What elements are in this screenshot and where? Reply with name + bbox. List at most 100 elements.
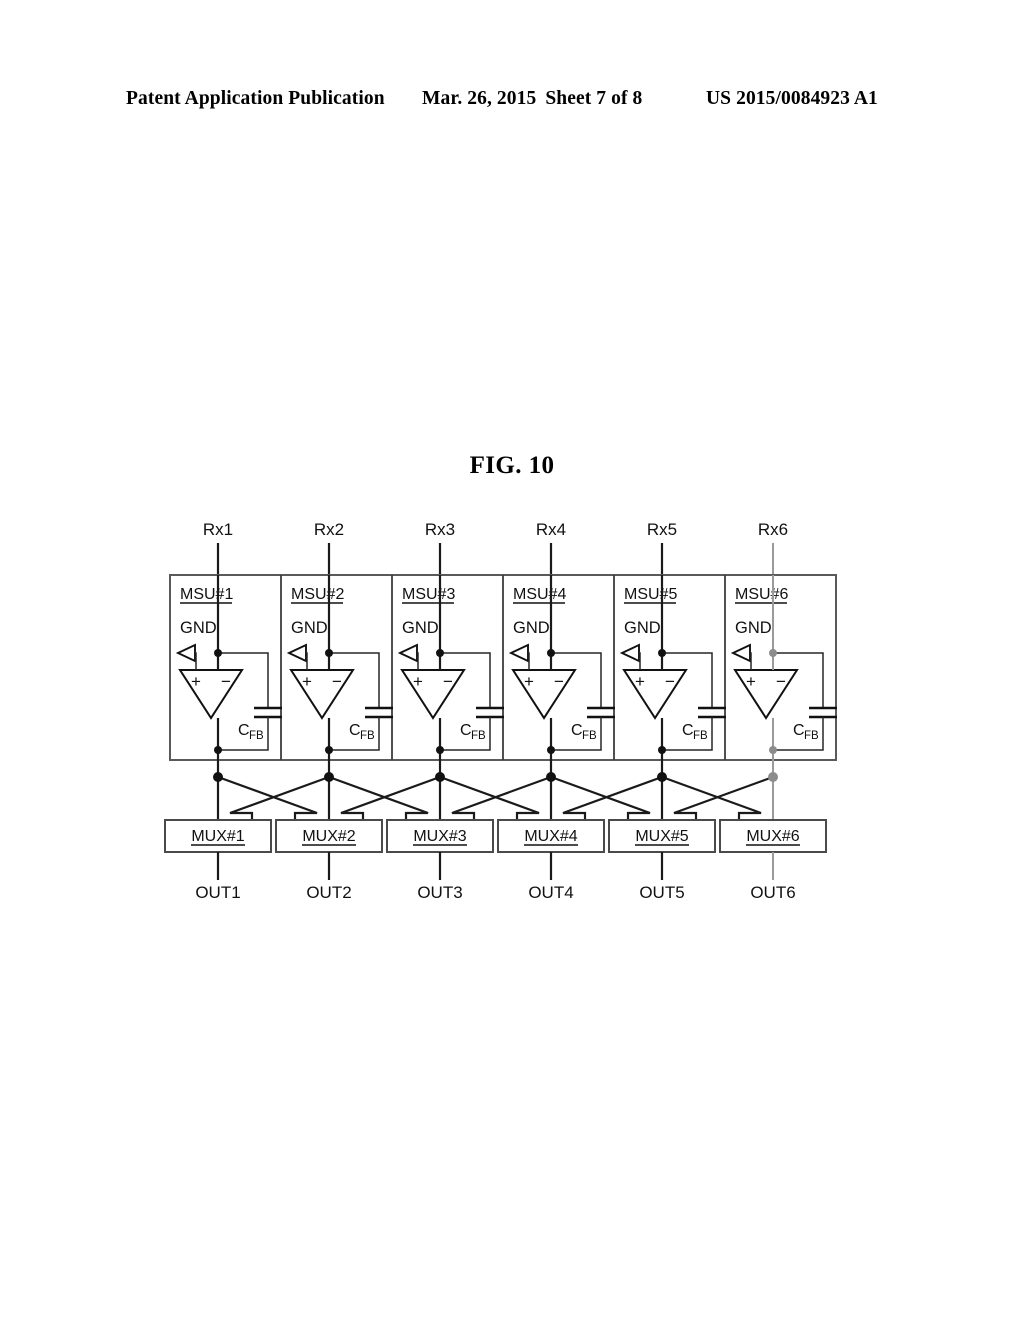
opamp-triangle-2: [289, 669, 355, 720]
msu-cell-group: MSU#1GND+ −C FBMSU#2GND+ −C FBMSU#3GND+ −C FBM…: [175, 575, 837, 777]
crossbar-wire-group: [213, 772, 778, 820]
capacitor-sublabel-5: FB: [693, 730, 708, 742]
capacitor-sublabel-6: FB: [804, 730, 819, 742]
output-group: OUT1 OUT2 OUT3 OUT4 OUT5 OUT6: [195, 852, 796, 902]
capacitor-label-6: C: [793, 722, 805, 739]
mux-label-4: MUX#4: [524, 828, 577, 845]
msu-output-node-dot-1: [214, 746, 222, 754]
opamp-plus-input-2: +: [302, 672, 312, 691]
capacitor-label-3: C: [460, 722, 472, 739]
patent-figure-page: Patent Application Publication Mar. 26, …: [0, 0, 1024, 1320]
mux-label-6: MUX#6: [746, 828, 799, 845]
crossbar-junction-dot-6: [768, 772, 778, 782]
input-label-rx2: Rx2: [314, 520, 344, 539]
crossbar-junction-dot-3: [435, 772, 445, 782]
gnd-arrow-icon-2: [286, 643, 307, 663]
crossbar-junction-dot-4: [546, 772, 556, 782]
capacitor-label-5: C: [682, 722, 694, 739]
circuit-svg: Rx1 Rx2 Rx3 Rx4 Rx5 Rx6 MSU#1GND+ −C FBMSU#2GND…: [164, 520, 837, 902]
gnd-arrow-icon-3: [397, 643, 418, 663]
header-date-label: Mar. 26, 2015: [422, 88, 537, 109]
opamp-triangle-5: [622, 669, 688, 720]
output-label-out6: OUT6: [750, 883, 795, 902]
msu-label-3: MSU#3: [402, 586, 455, 603]
input-label-rx5: Rx5: [647, 520, 677, 539]
mux-label-5: MUX#5: [635, 828, 688, 845]
msu-output-node-dot-5: [658, 746, 666, 754]
capacitor-sublabel-2: FB: [360, 730, 375, 742]
header-publication-label: Patent Application Publication: [126, 88, 385, 109]
msu-output-node-dot-6: [769, 746, 777, 754]
mux-block-group: MUX#1 MUX#2 MUX#3 MUX#4 MUX#5 MUX#6: [164, 819, 827, 853]
opamp-minus-input-4: −: [554, 672, 564, 691]
msu-output-node-dot-4: [547, 746, 555, 754]
output-label-out5: OUT5: [639, 883, 684, 902]
gnd-label-2: GND: [291, 619, 328, 637]
opamp-minus-input-2: −: [332, 672, 342, 691]
capacitor-sublabel-4: FB: [582, 730, 597, 742]
output-label-out3: OUT3: [417, 883, 462, 902]
mux-label-2: MUX#2: [302, 828, 355, 845]
msu-output-node-dot-2: [325, 746, 333, 754]
mux-label-1: MUX#1: [191, 828, 244, 845]
opamp-minus-input-1: −: [221, 672, 231, 691]
opamp-plus-input-1: +: [191, 672, 201, 691]
crossbar-junction-dot-2: [324, 772, 334, 782]
msu-label-1: MSU#1: [180, 586, 233, 603]
input-label-rx1: Rx1: [203, 520, 233, 539]
output-label-out2: OUT2: [306, 883, 351, 902]
opamp-plus-input-5: +: [635, 672, 645, 691]
capacitor-sublabel-1: FB: [249, 730, 264, 742]
opamp-plus-input-3: +: [413, 672, 423, 691]
mux-label-3: MUX#3: [413, 828, 466, 845]
msu-label-4: MSU#4: [513, 586, 566, 603]
opamp-minus-input-3: −: [443, 672, 453, 691]
opamp-minus-input-6: −: [776, 672, 786, 691]
crossbar-junction-dot-5: [657, 772, 667, 782]
circuit-diagram: Rx1 Rx2 Rx3 Rx4 Rx5 Rx6 MSU#1 GND + − C FB MSU#2 GND…: [0, 505, 1024, 935]
opamp-triangle-6: [733, 669, 799, 720]
gnd-label-4: GND: [513, 619, 550, 637]
gnd-arrow-icon-4: [508, 643, 529, 663]
gnd-label-3: GND: [402, 619, 439, 637]
msu-output-node-dot-3: [436, 746, 444, 754]
opamp-triangle-1: [178, 669, 244, 720]
msu-input-node-dot-2: [325, 649, 333, 657]
input-label-rx4: Rx4: [536, 520, 566, 539]
msu-label-2: MSU#2: [291, 586, 344, 603]
capacitor-sublabel-3: FB: [471, 730, 486, 742]
msu-input-node-dot-6: [769, 649, 777, 657]
gnd-label-1: GND: [180, 619, 217, 637]
opamp-plus-input-6: +: [746, 672, 756, 691]
msu-input-node-dot-5: [658, 649, 666, 657]
input-wire-group: [216, 543, 774, 575]
header-date-sheet: Mar. 26, 2015 Sheet 7 of 8: [422, 86, 642, 112]
output-label-out1: OUT1: [195, 883, 240, 902]
input-label-rx3: Rx3: [425, 520, 455, 539]
capacitor-label-2: C: [349, 722, 361, 739]
input-label-group: Rx1 Rx2 Rx3 Rx4 Rx5 Rx6: [203, 520, 788, 539]
opamp-triangle-4: [511, 669, 577, 720]
opamp-plus-input-4: +: [524, 672, 534, 691]
header-patent-number: US 2015/0084923 A1: [706, 88, 878, 109]
capacitor-label-1: C: [238, 722, 250, 739]
page-header: Patent Application Publication Mar. 26, …: [0, 86, 1024, 112]
msu-input-node-dot-3: [436, 649, 444, 657]
msu-label-5: MSU#5: [624, 586, 677, 603]
capacitor-label-4: C: [571, 722, 583, 739]
opamp-triangle-3: [400, 669, 466, 720]
header-sheet-label: Sheet 7 of 8: [545, 88, 643, 109]
gnd-arrow-icon-5: [619, 643, 640, 663]
msu-label-6: MSU#6: [735, 586, 788, 603]
gnd-arrow-icon-1: [175, 643, 196, 663]
gnd-label-5: GND: [624, 619, 661, 637]
msu-input-node-dot-4: [547, 649, 555, 657]
gnd-label-6: GND: [735, 619, 772, 637]
msu-input-node-dot-1: [214, 649, 222, 657]
input-label-rx6: Rx6: [758, 520, 788, 539]
figure-title: FIG. 10: [469, 452, 555, 479]
output-label-out4: OUT4: [528, 883, 573, 902]
opamp-minus-input-5: −: [665, 672, 675, 691]
gnd-arrow-icon-6: [730, 643, 751, 663]
crossbar-junction-dot-1: [213, 772, 223, 782]
